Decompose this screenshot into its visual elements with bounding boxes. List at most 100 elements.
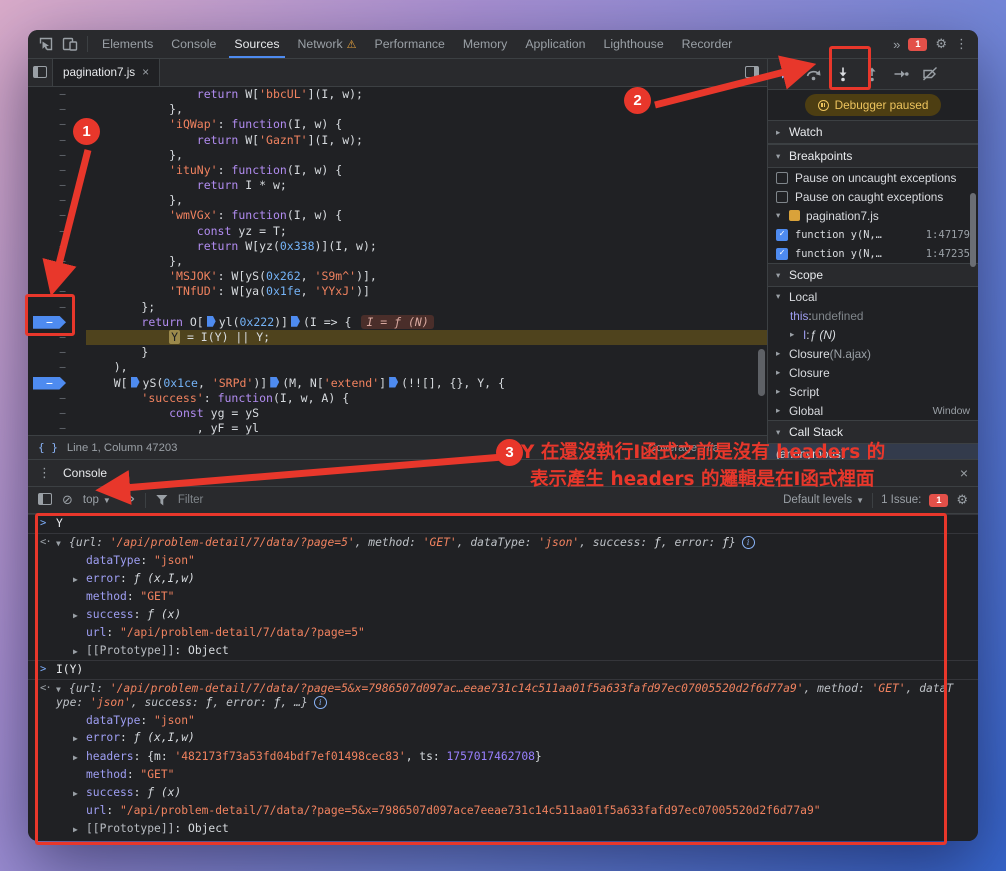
- code-text[interactable]: 'TNfUD': W[ya(0x1fe, 'YYxJ')]: [86, 284, 767, 299]
- step-into-icon[interactable]: [828, 61, 857, 87]
- disclosure-arrow[interactable]: ▸: [776, 367, 789, 378]
- code-text[interactable]: },: [86, 254, 767, 269]
- gutter-cell[interactable]: −: [28, 345, 86, 360]
- disclosure-arrow[interactable]: ▾: [776, 210, 789, 221]
- code-text[interactable]: 'success': function(I, w, A) {: [86, 391, 767, 406]
- gutter-cell[interactable]: −: [28, 208, 86, 223]
- code-text[interactable]: 'MSJOK': W[yS(0x262, 'S9m^')],: [86, 269, 767, 284]
- chevron-down-icon[interactable]: ▾: [776, 270, 789, 281]
- code-text[interactable]: 'iQWap': function(I, w) {: [86, 117, 767, 132]
- gutter-cell[interactable]: −: [28, 300, 86, 315]
- inspect-element-icon[interactable]: [34, 33, 58, 55]
- step-over-icon[interactable]: [799, 61, 828, 87]
- section-scope[interactable]: ▾ Scope: [768, 263, 978, 287]
- gutter-cell[interactable]: −: [28, 421, 86, 435]
- editor-scrollbar-thumb[interactable]: [758, 348, 765, 396]
- code-text[interactable]: }: [86, 345, 767, 360]
- log-levels-dropdown[interactable]: Default levels ▼: [783, 494, 864, 506]
- disclosure-arrow[interactable]: ▸: [776, 348, 789, 359]
- info-icon[interactable]: i: [313, 696, 327, 710]
- gutter-cell[interactable]: −: [28, 224, 86, 239]
- expand-toggle-icon[interactable]: ▶: [73, 573, 86, 587]
- code-text[interactable]: },: [86, 148, 767, 163]
- more-options-icon[interactable]: ⋮: [955, 36, 968, 52]
- context-selector[interactable]: top ▼: [83, 494, 111, 506]
- inline-breakpoint-marker[interactable]: [389, 376, 399, 388]
- more-tabs-chevron[interactable]: »: [893, 37, 900, 52]
- code-text[interactable]: return O[yl(0x222)] (I => {I = ƒ (N): [86, 314, 767, 330]
- gutter-cell[interactable]: −: [28, 284, 86, 299]
- expand-toggle-icon[interactable]: ▶: [73, 787, 86, 801]
- resume-icon[interactable]: [770, 61, 799, 87]
- chevron-right-icon[interactable]: ▸: [776, 127, 789, 138]
- tab-performance[interactable]: Performance: [366, 30, 454, 58]
- tab-console-drawer[interactable]: Console: [63, 466, 107, 480]
- breakpoint-gutter-marker[interactable]: −: [28, 315, 86, 330]
- gutter-cell[interactable]: −: [28, 360, 86, 375]
- file-tab-pagination7[interactable]: pagination7.js ×: [52, 59, 161, 86]
- code-text[interactable]: return W[yz(0x338)](I, w);: [86, 239, 767, 254]
- sidebar-scrollbar-thumb[interactable]: [970, 193, 976, 267]
- tab-recorder[interactable]: Recorder: [673, 30, 742, 58]
- toggle-navigator-icon[interactable]: [28, 61, 52, 83]
- section-call-stack[interactable]: ▾ Call Stack: [768, 420, 978, 444]
- code-text[interactable]: ),: [86, 360, 767, 375]
- inline-breakpoint-marker[interactable]: [290, 315, 300, 327]
- checkbox[interactable]: [776, 190, 788, 203]
- settings-gear-icon[interactable]: ⚙: [935, 36, 947, 52]
- breakpoint-file-group[interactable]: ▾ pagination7.js: [768, 206, 978, 225]
- scope-script[interactable]: ▸ Script: [768, 382, 978, 401]
- scope-local[interactable]: ▾ Local: [768, 287, 978, 306]
- code-text[interactable]: return W['bbcUL'](I, w);: [86, 87, 767, 102]
- filter-input[interactable]: Filter: [178, 494, 204, 506]
- pause-caught-row[interactable]: Pause on caught exceptions: [768, 187, 978, 206]
- gutter-cell[interactable]: −: [28, 163, 86, 178]
- section-breakpoints[interactable]: ▾ Breakpoints: [768, 144, 978, 168]
- tab-elements[interactable]: Elements: [93, 30, 162, 58]
- expand-toggle-icon[interactable]: ▼: [56, 537, 69, 551]
- expand-toggle-icon[interactable]: ▶: [73, 751, 86, 765]
- chevron-down-icon[interactable]: ▾: [776, 151, 789, 162]
- code-text[interactable]: return W['GaznT'](I, w);: [86, 133, 767, 148]
- info-icon[interactable]: i: [741, 535, 755, 549]
- scope-var-this[interactable]: this: undefined: [768, 306, 978, 325]
- code-text[interactable]: const yz = T;: [86, 224, 767, 239]
- scope-closure-najax[interactable]: ▸ Closure (N.ajax): [768, 344, 978, 363]
- drawer-menu-icon[interactable]: ⋮: [38, 465, 51, 481]
- live-expression-eye-icon[interactable]: [121, 492, 135, 509]
- code-text[interactable]: Y = I(Y) || Y;: [86, 329, 767, 346]
- code-text[interactable]: const yg = yS: [86, 406, 767, 421]
- code-text[interactable]: return I * w;: [86, 178, 767, 193]
- code-text[interactable]: W[yS(0x1ce, 'SRPd')] (M, N['extend'] (!![]…: [86, 376, 767, 391]
- gutter-cell[interactable]: −: [28, 406, 86, 421]
- disclosure-arrow[interactable]: ▸: [776, 386, 789, 397]
- pause-uncaught-row[interactable]: Pause on uncaught exceptions: [768, 168, 978, 187]
- tab-lighthouse[interactable]: Lighthouse: [595, 30, 673, 58]
- gutter-cell[interactable]: −: [28, 133, 86, 148]
- code-text[interactable]: },: [86, 102, 767, 117]
- gutter-cell[interactable]: −: [28, 193, 86, 208]
- tab-console[interactable]: Console: [162, 30, 225, 58]
- gutter-cell[interactable]: −: [28, 239, 86, 254]
- breakpoint-gutter-marker[interactable]: −: [28, 376, 86, 391]
- inline-breakpoint-marker[interactable]: [270, 376, 280, 388]
- issues-badge[interactable]: 1: [929, 493, 949, 507]
- console-settings-gear-icon[interactable]: ⚙: [956, 492, 968, 508]
- code-text[interactable]: },: [86, 193, 767, 208]
- disclosure-arrow[interactable]: ▾: [776, 291, 789, 302]
- tab-memory[interactable]: Memory: [454, 30, 516, 58]
- chevron-down-icon[interactable]: ▾: [776, 427, 789, 438]
- tab-application[interactable]: Application: [516, 30, 594, 58]
- tab-sources[interactable]: Sources: [225, 30, 288, 58]
- gutter-cell[interactable]: −: [28, 391, 86, 406]
- disclosure-arrow[interactable]: ▸: [776, 405, 789, 416]
- code-text[interactable]: 'wmVGx': function(I, w) {: [86, 208, 767, 223]
- gutter-cell[interactable]: −: [28, 330, 86, 345]
- step-icon[interactable]: [886, 61, 915, 87]
- gutter-cell[interactable]: −: [28, 254, 86, 269]
- gutter-cell[interactable]: −: [28, 102, 86, 117]
- device-toolbar-icon[interactable]: [58, 33, 82, 55]
- gutter-cell[interactable]: −: [28, 148, 86, 163]
- step-out-icon[interactable]: [857, 61, 886, 87]
- scope-var-I[interactable]: ▸ I: ƒ (N): [768, 325, 978, 344]
